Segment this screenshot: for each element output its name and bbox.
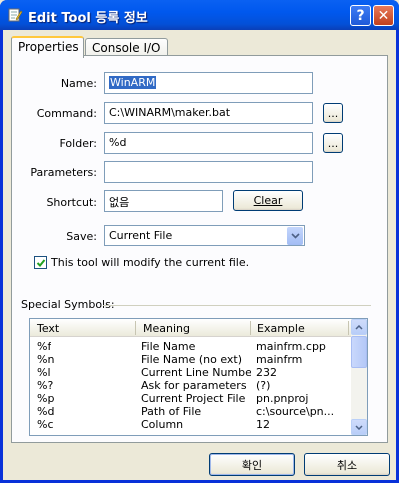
list-item[interactable]: %d Path of File c:\source\pn... [30,405,352,418]
folder-label: Folder: [59,137,97,150]
save-value: Current File [109,229,173,242]
special-symbols-heading: Special Symbols: [21,298,115,311]
symbol-text: %p [37,392,55,405]
column-header-meaning[interactable]: Meaning [143,322,190,335]
symbol-meaning: File Name (no ext) [141,353,243,366]
symbol-example: pn.pnproj [256,392,309,405]
title-bar[interactable]: Edit Tool 등록 정보 ? ✕ [0,0,399,30]
symbol-text: %l [37,366,51,379]
column-header-example[interactable]: Example [257,322,305,335]
symbol-example: c:\source\pn... [256,405,335,418]
cancel-button[interactable]: 취소 [304,453,390,476]
list-item[interactable]: %l Current Line Number 232 [30,366,352,379]
special-symbols-list[interactable]: Text Meaning Example %f File Name mainfr… [29,318,368,436]
list-item[interactable]: %? Ask for parameters (?) [30,379,352,392]
symbol-meaning: Ask for parameters [141,379,247,392]
symbol-meaning: File Name [141,340,196,353]
symbol-text: %n [37,353,55,366]
list-item[interactable]: %n File Name (no ext) mainfrm [30,353,352,366]
column-divider[interactable] [250,321,251,335]
folder-browse-button[interactable]: ... [323,133,343,153]
symbol-example: (?) [256,379,271,392]
save-label: Save: [66,230,97,243]
parameters-field[interactable] [104,161,313,183]
list-item[interactable]: %f File Name mainfrm.cpp [30,340,352,353]
scroll-up-button[interactable] [351,319,367,335]
list-item[interactable]: %c Column 12 [30,418,352,431]
notepad-pencil-icon [8,8,23,22]
chevron-down-icon[interactable] [287,227,303,245]
dialog-window: Edit Tool 등록 정보 ? ✕ Properties Console I… [0,0,399,483]
clear-button[interactable]: Clear [233,190,303,211]
name-value: WinARM [109,76,157,89]
column-divider[interactable] [348,321,349,335]
list-header: Text Meaning Example [30,319,352,337]
tab-properties[interactable]: Properties [11,36,84,58]
symbol-example: mainfrm [256,353,303,366]
shortcut-label: Shortcut: [46,196,97,209]
symbol-text: %f [37,340,52,353]
parameters-label: Parameters: [30,166,97,179]
symbol-text: %? [37,379,54,392]
scroll-thumb[interactable] [351,336,367,368]
group-divider [103,305,371,306]
symbol-example: mainfrm.cpp [256,340,326,353]
save-dropdown[interactable]: Current File [104,225,305,246]
help-button[interactable]: ? [350,5,371,26]
symbol-meaning: Path of File [141,405,202,418]
chevron-up-icon [355,324,363,330]
vertical-scrollbar[interactable] [351,319,367,435]
column-header-text[interactable]: Text [37,322,59,335]
command-browse-button[interactable]: ... [323,103,343,123]
modify-file-label: This tool will modify the current file. [51,256,250,269]
column-divider[interactable] [135,321,136,335]
scroll-down-button[interactable] [351,419,367,435]
symbol-text: %c [37,418,54,431]
close-button[interactable]: ✕ [373,5,394,26]
symbol-meaning: Current Project File [141,392,246,405]
modify-file-checkbox[interactable] [34,256,47,269]
folder-field[interactable]: %d [104,132,313,154]
name-field[interactable]: WinARM [104,72,313,94]
ok-button[interactable]: 확인 [209,453,295,476]
command-field[interactable]: C:\WINARM\maker.bat [104,102,313,124]
symbol-example: 232 [256,366,277,379]
symbol-meaning: Current Line Number [141,366,251,379]
symbol-example: 12 [256,418,270,431]
list-item[interactable]: %p Current Project File pn.pnproj [30,392,352,405]
command-label: Command: [36,107,97,120]
symbol-meaning: Column [141,418,184,431]
chevron-down-icon [355,424,363,430]
symbol-text: %d [37,405,55,418]
name-label: Name: [60,77,97,90]
window-title: Edit Tool 등록 정보 [28,11,148,26]
shortcut-field[interactable]: 없음 [104,190,223,212]
checkmark-icon [36,258,45,267]
